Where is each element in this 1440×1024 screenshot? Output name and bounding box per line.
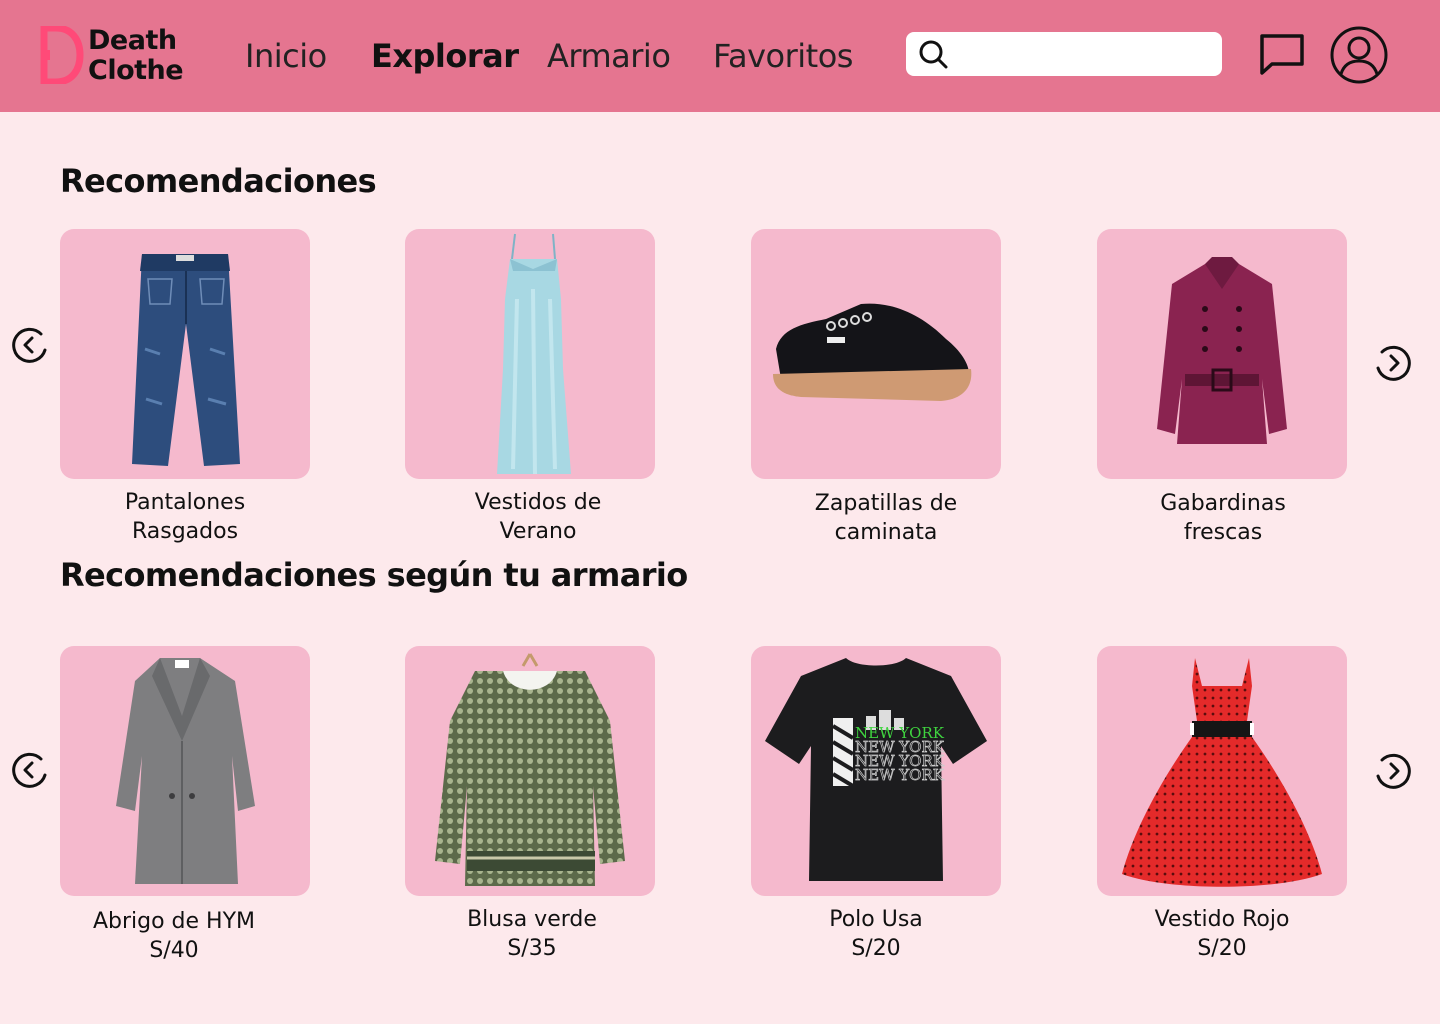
product-price: S/40 — [149, 938, 199, 963]
tshirt-print-text: NEW YORK — [855, 766, 945, 784]
nav-armario[interactable]: Armario — [547, 36, 671, 76]
product-label: Vestido Rojo S/20 — [1097, 905, 1347, 963]
product-card-polo[interactable]: NEW YORK NEW YORK NEW YORK NEW YORK — [751, 646, 1001, 896]
product-label-line1: Pantalones — [124, 490, 246, 515]
red-dress-image — [1122, 658, 1322, 887]
search-input[interactable] — [958, 38, 1208, 70]
chevron-right-circle-icon[interactable] — [1374, 752, 1412, 790]
top-navbar: Death Clothe Inicio Explorar Armario Fav… — [0, 0, 1440, 112]
product-label-line2: caminata — [834, 520, 938, 545]
product-card-vestidos[interactable] — [405, 229, 655, 479]
product-price: S/20 — [851, 936, 901, 961]
product-label: Pantalones Rasgados — [60, 488, 310, 546]
product-label-line2: Rasgados — [131, 519, 239, 544]
product-label-line1: Zapatillas de — [814, 491, 958, 516]
death-clothe-logo-icon — [40, 26, 84, 84]
user-icon[interactable] — [1330, 26, 1388, 84]
brand-logo[interactable]: Death Clothe — [40, 26, 200, 86]
product-name: Blusa verde — [467, 907, 597, 932]
product-label: Polo Usa S/20 — [751, 905, 1001, 963]
product-card-abrigo[interactable] — [60, 646, 310, 896]
chat-icon[interactable] — [1258, 32, 1306, 76]
product-label: Vestidos de Verano — [413, 488, 663, 546]
product-label: Gabardinas frescas — [1098, 489, 1348, 547]
nav-inicio[interactable]: Inicio — [245, 36, 327, 76]
product-card-gabardinas[interactable] — [1097, 229, 1347, 479]
search-icon — [919, 40, 948, 69]
search-box[interactable] — [906, 32, 1222, 76]
grey-coat-image — [116, 658, 255, 884]
brand-name-line2: Clothe — [88, 55, 184, 86]
product-price: S/35 — [507, 936, 557, 961]
product-label-line1: Vestidos de — [474, 490, 602, 515]
product-name: Abrigo de HYM — [92, 909, 256, 934]
product-label: Abrigo de HYM S/40 — [49, 907, 299, 965]
product-label-line2: frescas — [1183, 520, 1263, 545]
product-card-vestido-rojo[interactable] — [1097, 646, 1347, 896]
product-label: Blusa verde S/35 — [407, 905, 657, 963]
chevron-left-circle-icon[interactable] — [11, 751, 49, 789]
wardrobe-recommendations-title: Recomendaciones según tu armario — [60, 556, 688, 594]
product-card-pantalones[interactable] — [60, 229, 310, 479]
product-card-zapatillas[interactable] — [751, 229, 1001, 479]
chevron-right-circle-icon[interactable] — [1374, 344, 1412, 382]
product-price: S/20 — [1197, 936, 1247, 961]
green-blouse-image — [435, 653, 625, 886]
trench-coat-image — [1157, 257, 1287, 444]
product-card-blusa[interactable] — [405, 646, 655, 896]
nav-explorar[interactable]: Explorar — [371, 36, 519, 76]
recommendations-title: Recomendaciones — [60, 162, 377, 200]
product-name: Vestido Rojo — [1154, 907, 1290, 932]
brand-name-line1: Death — [88, 25, 177, 56]
jeans-image — [132, 254, 240, 466]
product-label-line2: Verano — [499, 519, 577, 544]
product-label: Zapatillas de caminata — [761, 489, 1011, 547]
brand-name: Death Clothe — [88, 25, 184, 86]
sneaker-image — [773, 303, 972, 401]
product-label-line1: Gabardinas — [1160, 491, 1286, 516]
black-tshirt-image: NEW YORK NEW YORK NEW YORK NEW YORK — [765, 658, 987, 881]
satin-dress-image — [497, 233, 571, 475]
product-name: Polo Usa — [829, 907, 923, 932]
nav-favoritos[interactable]: Favoritos — [713, 36, 853, 76]
chevron-left-circle-icon[interactable] — [11, 326, 49, 364]
